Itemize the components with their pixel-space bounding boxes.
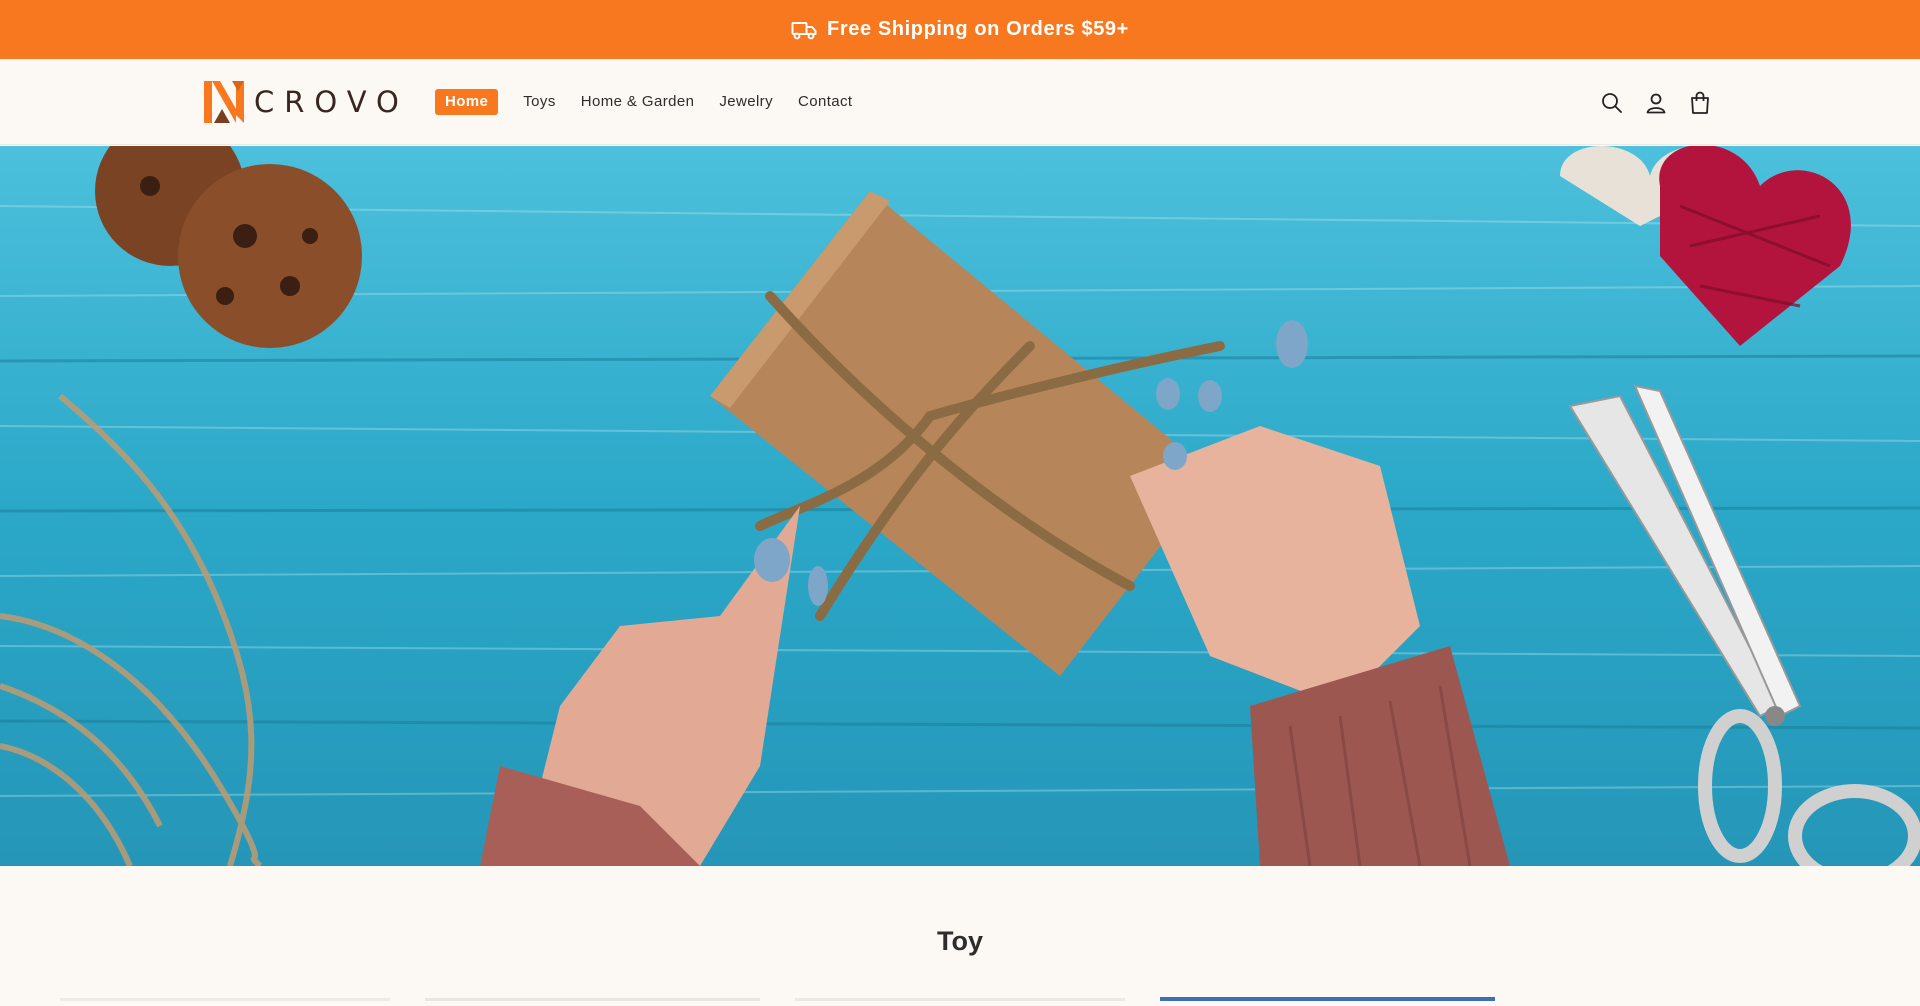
- nav-item-toys[interactable]: Toys: [523, 91, 555, 113]
- truck-icon: [791, 21, 817, 39]
- nav-item-contact[interactable]: Contact: [798, 91, 853, 113]
- nav-item-home-garden[interactable]: Home & Garden: [581, 91, 695, 113]
- header-actions: [1598, 89, 1730, 117]
- brand-wordmark: CROVO: [254, 85, 409, 119]
- logo-mark-icon: [204, 81, 244, 123]
- cart-icon[interactable]: [1686, 89, 1714, 117]
- account-icon[interactable]: [1642, 89, 1670, 117]
- main-nav: Home Toys Home & Garden Jewelry Contact: [435, 89, 877, 115]
- site-header: CROVO Home Toys Home & Garden Jewelry Co…: [0, 59, 1920, 145]
- nav-item-jewelry[interactable]: Jewelry: [719, 91, 773, 113]
- nav-item-home[interactable]: Home: [435, 89, 499, 115]
- hero-banner[interactable]: [0, 146, 1920, 866]
- section-title: Toy: [937, 926, 983, 956]
- search-icon[interactable]: [1598, 89, 1626, 117]
- product-grid-top: [0, 988, 1920, 1001]
- hero-gift-wrapping-image: [0, 146, 1920, 866]
- announcement-text: Free Shipping on Orders $59+: [827, 18, 1129, 40]
- announcement-bar: Free Shipping on Orders $59+: [0, 0, 1920, 59]
- brand-logo[interactable]: CROVO: [202, 79, 409, 125]
